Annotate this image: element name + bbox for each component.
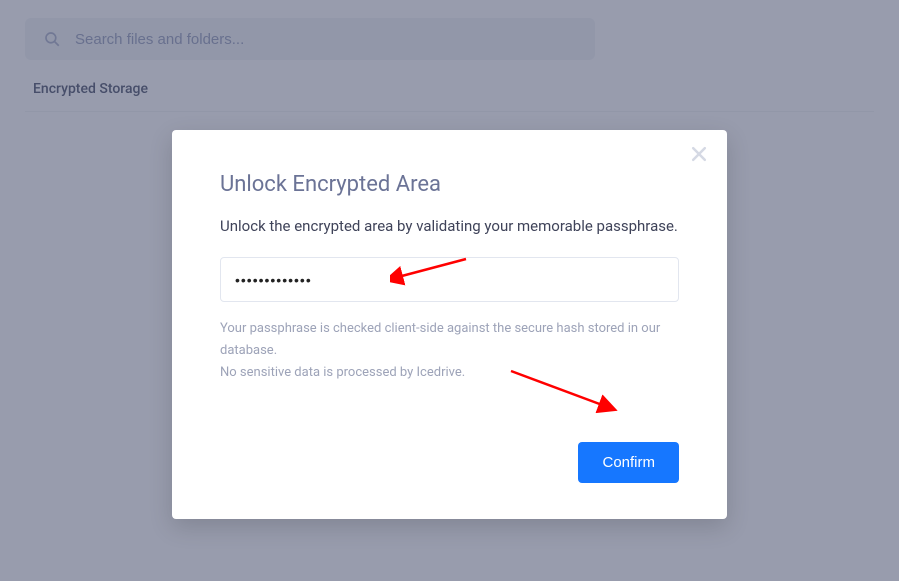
- help-text: Your passphrase is checked client-side a…: [220, 318, 679, 384]
- modal-overlay: Unlock Encrypted Area Unlock the encrypt…: [0, 0, 899, 581]
- modal-description: Unlock the encrypted area by validating …: [220, 217, 679, 235]
- help-line-2: No sensitive data is processed by Icedri…: [220, 362, 679, 384]
- modal-footer: Confirm: [220, 442, 679, 483]
- help-line-1: Your passphrase is checked client-side a…: [220, 318, 679, 362]
- passphrase-input-wrap[interactable]: [220, 257, 679, 302]
- close-icon[interactable]: [689, 144, 709, 164]
- confirm-button[interactable]: Confirm: [578, 442, 679, 483]
- unlock-modal: Unlock Encrypted Area Unlock the encrypt…: [172, 130, 727, 519]
- passphrase-input[interactable]: [235, 272, 664, 288]
- modal-title: Unlock Encrypted Area: [220, 172, 679, 197]
